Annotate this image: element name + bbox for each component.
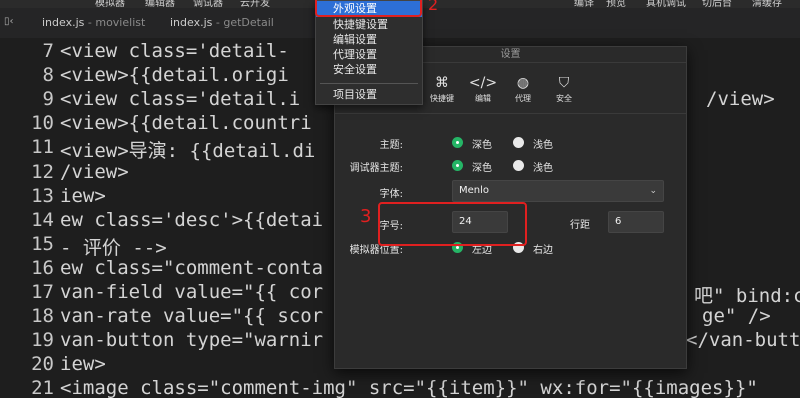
tab-folder: - getDetail	[215, 16, 274, 29]
code-line: <view>导演: {{detail.di	[60, 140, 316, 163]
line-number: 16	[31, 256, 54, 279]
code-line: /view>	[60, 160, 129, 183]
tab-label: 快捷键	[430, 94, 454, 103]
line-number: 14	[31, 208, 54, 231]
code-line: van-rate value="{{ scor	[60, 305, 324, 328]
code-line: iew>	[60, 184, 106, 207]
toolbar-simulator[interactable]: 模拟器	[95, 0, 125, 8]
debugger-theme-label: 调试器主题:	[349, 163, 403, 174]
font-select[interactable]: Menlo ⌄	[452, 180, 664, 202]
line-height-input[interactable]: 6	[608, 211, 664, 233]
toolbar-compile[interactable]: 编译	[574, 0, 594, 8]
command-icon: ⌘	[435, 75, 449, 91]
code-line-fragment: /view>	[706, 88, 775, 111]
menu-item-proxy[interactable]: 代理设置	[316, 47, 422, 63]
annotation-box-font-size	[378, 202, 527, 246]
line-number: 11	[31, 136, 54, 159]
chevron-down-icon: ⌄	[649, 186, 657, 196]
split-editor-icon[interactable]: ▯‹	[4, 16, 14, 27]
toolbar-background[interactable]: 切后台	[702, 0, 732, 8]
code-line: ew class="comment-conta	[60, 256, 324, 279]
line-number: 20	[31, 353, 54, 376]
annotation-number-2: 2	[428, 0, 439, 14]
globe-icon: ◍	[516, 75, 530, 91]
line-number: 19	[31, 329, 54, 352]
line-number: 9	[42, 88, 54, 111]
theme-label: 主题:	[379, 140, 403, 151]
code-line: ew class='desc'>{{detai	[60, 208, 324, 231]
toolbar-editor[interactable]: 编辑器	[145, 0, 175, 8]
theme-dark-radio[interactable]	[452, 137, 463, 148]
line-number: 12	[31, 160, 54, 183]
debugger-dark-radio[interactable]	[452, 160, 463, 171]
tab-label: 编辑	[475, 94, 491, 103]
code-line: <image class="comment-img" src="{{item}}…	[60, 377, 758, 398]
tab-folder: - movielist	[87, 16, 146, 29]
line-number: 15	[31, 232, 54, 255]
tab-label: 安全	[556, 94, 572, 103]
code-line-fragment: ge" />	[702, 305, 771, 328]
debugger-dark-label: 深色	[472, 163, 492, 174]
line-number: 13	[31, 184, 54, 207]
menu-item-shortcuts[interactable]: 快捷键设置	[316, 17, 422, 33]
code-line: - 评价 -->	[60, 236, 167, 259]
code-line: van-field value="{{ cor	[60, 281, 324, 303]
font-label: 字体:	[379, 189, 403, 200]
tab-filename: index.js	[170, 16, 213, 29]
menu-item-security[interactable]: 安全设置	[316, 62, 422, 78]
toolbar-clear-cache[interactable]: 清缓存	[752, 0, 782, 8]
code-line: iew>	[60, 353, 106, 376]
menu-item-project[interactable]: 项目设置	[316, 87, 422, 103]
menu-divider	[320, 83, 418, 84]
tab-movielist-index[interactable]: index.js - movielist	[42, 8, 145, 38]
code-line: <view>{{detail.origi	[60, 64, 289, 87]
toolbar-cloud[interactable]: 云开发	[240, 0, 270, 8]
tab-filename: index.js	[42, 16, 85, 29]
tab-editor[interactable]: </> 编辑	[463, 73, 503, 104]
annotation-box-menu	[315, 0, 422, 17]
line-number: 7	[42, 40, 54, 62]
tab-getdetail-index[interactable]: index.js - getDetail	[170, 8, 274, 38]
theme-dark-label: 深色	[472, 140, 492, 151]
theme-light-radio[interactable]	[513, 137, 524, 148]
code-icon: </>	[468, 75, 498, 91]
toolbar-debugger[interactable]: 调试器	[193, 0, 223, 8]
annotation-number-3: 3	[360, 206, 372, 227]
code-line-fragment: </van-butto	[686, 329, 800, 352]
debugger-light-radio[interactable]	[513, 160, 524, 171]
line-height-label: 行距	[570, 220, 590, 231]
line-number: 17	[31, 281, 54, 303]
theme-light-label: 浅色	[533, 140, 553, 151]
debugger-light-label: 浅色	[533, 163, 553, 174]
tab-proxy[interactable]: ◍ 代理	[503, 73, 543, 104]
toolbar-preview[interactable]: 预览	[606, 0, 626, 8]
code-line: <view class='detail-	[60, 40, 289, 62]
menu-item-editor[interactable]: 编辑设置	[316, 32, 422, 48]
code-line: <view>{{detail.countri	[60, 112, 312, 135]
tab-label: 代理	[515, 94, 531, 103]
code-line: <view class='detail.i	[60, 88, 301, 111]
code-line-fragment: 吧" bind:c	[694, 285, 800, 307]
tab-shortcuts[interactable]: ⌘ 快捷键	[422, 73, 462, 104]
line-number: 18	[31, 305, 54, 328]
shield-icon: ⛉	[558, 75, 570, 91]
line-number: 21	[31, 377, 54, 398]
line-number: 10	[31, 112, 54, 135]
code-line: van-button type="warnir	[60, 329, 324, 352]
toolbar-remote-debug[interactable]: 真机调试	[646, 0, 686, 8]
simulator-right-label: 右边	[533, 245, 553, 256]
font-value: Menlo	[459, 185, 490, 196]
line-number: 8	[42, 64, 54, 87]
tab-security[interactable]: ⛉ 安全	[544, 73, 584, 104]
